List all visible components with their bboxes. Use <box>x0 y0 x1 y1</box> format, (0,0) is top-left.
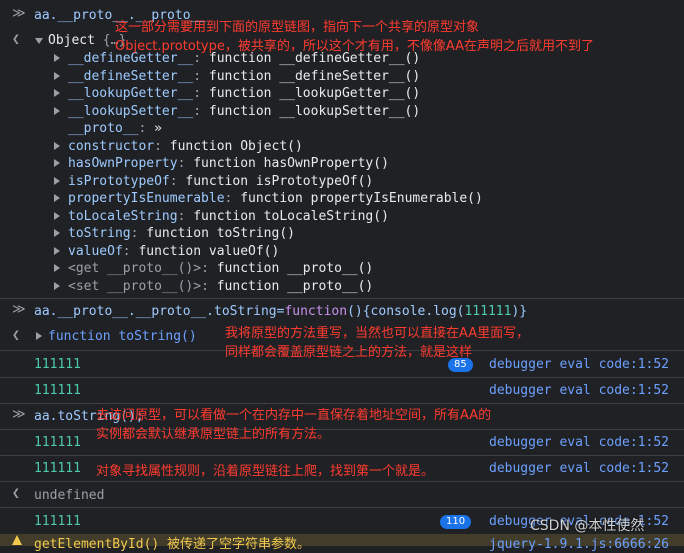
property-value: function toLocaleString() <box>193 208 389 224</box>
property-row[interactable]: valueOf: function valueOf() <box>68 243 279 260</box>
expand-caret-icon[interactable] <box>54 54 60 62</box>
expand-caret-icon[interactable] <box>54 211 60 220</box>
property-value: function isPrototypeOf() <box>185 173 374 189</box>
console-input-line[interactable]: aa.__proto__.__proto__.toString=function… <box>34 303 527 320</box>
annotation-lookup-rule: 对象寻找属性规则，沿着原型链往上爬，找到第一个就是。 <box>96 464 435 479</box>
annotation-proto-chain: 这一部分需要用到下面的原型链图，指向下一个共享的原型对象 Object.prot… <box>115 20 594 54</box>
property-row[interactable]: __lookupGetter__: function __lookupGette… <box>68 85 420 102</box>
property-key: toLocaleString <box>68 208 178 224</box>
property-key: <set __proto__()> <box>68 278 202 294</box>
annotation-override: 我将原型的方法重写，当然也可以直接在AA里面写， 同样都会覆盖原型链之上的方法，… <box>225 326 530 360</box>
watermark: CSDN @本性使然 <box>530 518 645 534</box>
expand-caret-icon[interactable] <box>54 281 60 290</box>
warning-message: getElementById() 被传递了空字符串参数。 <box>34 537 311 552</box>
warning-icon <box>12 535 22 545</box>
input-prompt-icon: ≫ <box>12 407 26 422</box>
property-key: __lookupSetter__ <box>68 103 194 119</box>
property-row[interactable]: __lookupSetter__: function __lookupSette… <box>68 103 420 120</box>
property-value: » <box>154 121 162 136</box>
property-key: propertyIsEnumerable <box>68 191 225 206</box>
property-key: valueOf <box>68 243 123 259</box>
property-row[interactable]: <get __proto__()>: function __proto__() <box>68 260 373 277</box>
expand-caret-icon[interactable] <box>54 229 60 237</box>
log-source-link[interactable]: debugger eval code:1:52 <box>489 460 669 477</box>
log-value: 111111 <box>34 357 81 372</box>
property-value: function hasOwnProperty() <box>193 156 389 171</box>
property-row[interactable]: __proto__: » <box>68 120 162 137</box>
log-value: 111111 <box>34 435 81 450</box>
result-arrow-icon: ❮ <box>12 32 20 47</box>
property-row[interactable]: isPrototypeOf: function isPrototypeOf() <box>68 173 373 190</box>
property-row[interactable]: propertyIsEnumerable: function propertyI… <box>68 190 483 207</box>
property-value: function Object() <box>169 138 303 154</box>
expand-caret-icon[interactable] <box>54 194 60 202</box>
expand-caret-icon[interactable] <box>54 141 60 150</box>
property-row[interactable]: toString: function toString() <box>68 225 295 242</box>
property-key: hasOwnProperty <box>68 156 178 171</box>
expand-caret-icon[interactable] <box>54 264 60 272</box>
log-source-link[interactable]: debugger eval code:1:52 <box>489 434 669 451</box>
property-row[interactable]: constructor: function Object() <box>68 138 303 155</box>
annotation-access: 去访问原型，可以看做一个在内存中一直保存着地址空间，所有AA的 实例都会默认继承… <box>96 408 492 442</box>
property-key: <get __proto__()> <box>68 261 202 276</box>
undefined-result: undefined <box>34 488 105 503</box>
property-value: function propertyIsEnumerable() <box>240 191 483 206</box>
log-source-link[interactable]: debugger eval code:1:52 <box>489 382 669 399</box>
expand-caret-icon[interactable] <box>54 71 60 80</box>
log-value: 111111 <box>34 514 81 529</box>
result-arrow-icon: ❮ <box>12 486 20 501</box>
property-value: function __lookupGetter__() <box>208 86 421 101</box>
input-prompt-icon: ≫ <box>12 6 26 21</box>
property-value: function __proto__() <box>216 261 374 276</box>
property-value: function __defineSetter__() <box>208 68 421 84</box>
property-value: function toString() <box>146 226 295 241</box>
property-row[interactable]: toLocaleString: function toLocaleString(… <box>68 208 389 225</box>
expand-caret-icon[interactable] <box>54 89 60 97</box>
property-key: __defineSetter__ <box>68 68 194 84</box>
result-value[interactable]: function toString() <box>48 328 197 345</box>
expand-caret-icon[interactable] <box>35 38 43 44</box>
result-arrow-icon: ❮ <box>12 328 20 343</box>
property-key: toString <box>68 226 131 241</box>
property-value: function __lookupSetter__() <box>208 103 421 119</box>
expand-caret-icon[interactable] <box>36 332 42 340</box>
property-key: constructor <box>68 138 155 154</box>
property-row[interactable]: hasOwnProperty: function hasOwnProperty(… <box>68 155 389 172</box>
expand-caret-icon[interactable] <box>54 246 60 255</box>
log-value: 111111 <box>34 383 81 398</box>
warning-source-link[interactable]: jquery-1.9.1.js:6666:26 <box>489 536 669 553</box>
property-value: function valueOf() <box>138 243 280 259</box>
input-prompt-icon: ≫ <box>12 302 26 317</box>
expand-caret-icon[interactable] <box>54 159 60 167</box>
property-row[interactable]: <set __proto__()>: function __proto__() <box>68 278 373 295</box>
property-value: function __proto__() <box>216 278 374 294</box>
property-key: __proto__ <box>68 121 139 136</box>
expand-caret-icon[interactable] <box>54 106 60 115</box>
property-row[interactable]: __defineSetter__: function __defineSette… <box>68 68 420 85</box>
log-value: 111111 <box>34 461 81 476</box>
property-key: __lookupGetter__ <box>68 86 194 101</box>
expand-caret-icon[interactable] <box>54 176 60 185</box>
property-key: isPrototypeOf <box>68 173 170 189</box>
repeat-count-badge: 110 <box>440 515 472 529</box>
